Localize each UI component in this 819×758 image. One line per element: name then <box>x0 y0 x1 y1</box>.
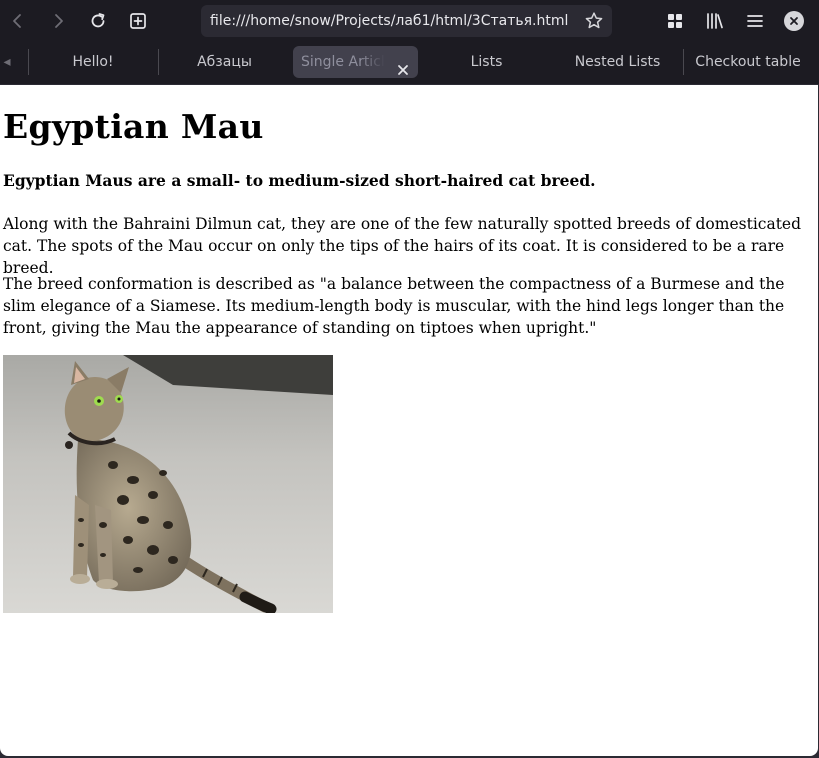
back-button[interactable] <box>5 8 31 34</box>
reload-icon <box>91 13 105 28</box>
web-page: Egyptian Mau Egyptian Maus are a small- … <box>0 85 818 756</box>
url-bar[interactable]: file:///home/snow/Projects/лаб1/html/3Ст… <box>201 5 612 37</box>
tab-single-article[interactable]: Single Article <box>293 46 418 78</box>
grid-icon <box>668 14 682 28</box>
chevron-right-icon <box>55 14 63 28</box>
close-icon <box>790 17 798 25</box>
new-tab-icon <box>130 13 146 29</box>
new-tab-button[interactable] <box>125 8 151 34</box>
extensions-button[interactable] <box>662 8 688 34</box>
library-button[interactable] <box>702 8 728 34</box>
chevron-left-icon <box>13 14 21 28</box>
tab-lists[interactable]: Lists <box>422 46 551 78</box>
bookmark-button[interactable] <box>584 11 604 35</box>
close-window-button[interactable] <box>784 11 804 31</box>
tab-nested-lists[interactable]: Nested Lists <box>553 46 682 78</box>
url-text[interactable]: file:///home/snow/Projects/лаб1/html/3Ст… <box>210 5 580 37</box>
article-title: Egyptian Mau <box>3 107 264 146</box>
tab-overflow-indicator[interactable]: ◂ <box>0 46 14 78</box>
library-icon <box>707 13 723 29</box>
tab-bar: ◂ Hello! Абзацы Single Article Lists Nes… <box>0 42 819 84</box>
tab-separator <box>683 49 684 75</box>
forward-button[interactable] <box>45 8 71 34</box>
browser-toolbar: file:///home/snow/Projects/лаб1/html/3Ст… <box>0 0 819 42</box>
tab-separator <box>158 49 159 75</box>
article-lead: Egyptian Maus are a small- to medium-siz… <box>3 171 596 190</box>
star-icon <box>585 12 603 29</box>
article-paragraph: Along with the Bahraini Dilmun cat, they… <box>3 215 802 277</box>
menu-button[interactable] <box>742 8 768 34</box>
tab-checkout-table[interactable]: Checkout table <box>685 46 811 78</box>
tab-close-button[interactable] <box>397 56 409 78</box>
cat-illustration <box>3 355 333 613</box>
cat-photo <box>3 355 333 613</box>
hamburger-menu-icon <box>747 15 763 27</box>
reload-button[interactable] <box>85 8 111 34</box>
tab-label: Single Article <box>301 54 385 70</box>
close-icon <box>398 65 408 75</box>
tab-hello[interactable]: Hello! <box>30 46 156 78</box>
tab-separator <box>28 49 29 75</box>
tab-paragraphs[interactable]: Абзацы <box>160 46 289 78</box>
article-paragraph: The breed conformation is described as "… <box>3 275 785 337</box>
